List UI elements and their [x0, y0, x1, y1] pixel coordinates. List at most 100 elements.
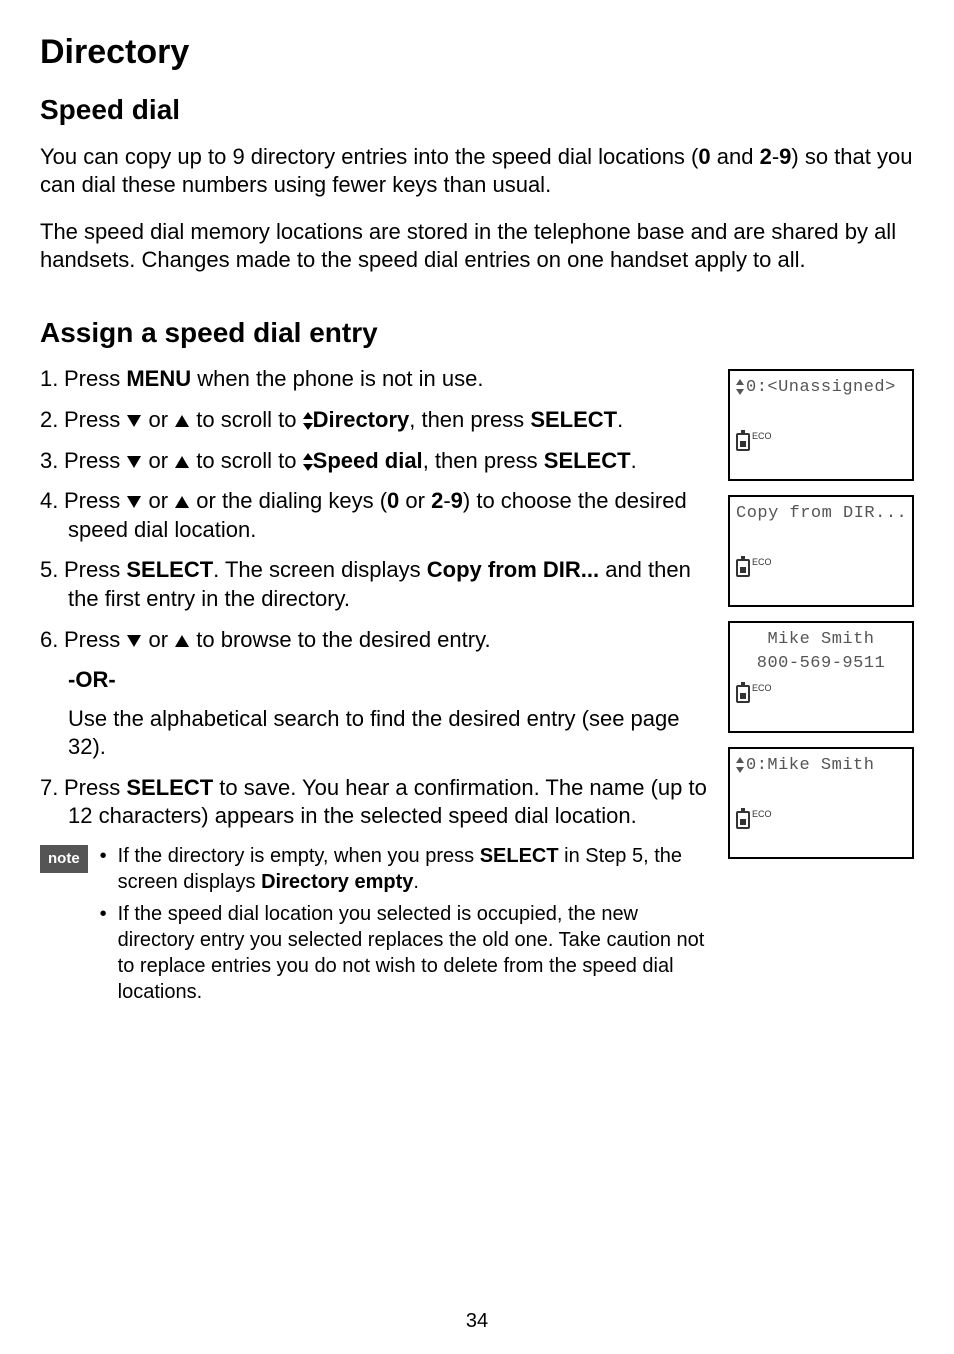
down-arrow-icon [127, 635, 141, 647]
text-bold: MENU [126, 366, 191, 391]
step-5: 5.Press SELECT. The screen displays Copy… [40, 556, 708, 613]
up-arrow-icon [175, 496, 189, 508]
battery-icon [736, 685, 750, 703]
battery-icon [736, 811, 750, 829]
text-bold: SELECT [126, 557, 213, 582]
text-bold: Copy from DIR... [427, 557, 599, 582]
lcd-screen-1: 0:<Unassigned> ECO [728, 369, 914, 481]
text: Press [64, 775, 126, 800]
steps-list: 1.Press MENU when the phone is not in us… [40, 365, 708, 654]
step-7: 7.Press SELECT to save. You hear a confi… [40, 774, 708, 831]
down-arrow-icon [127, 496, 141, 508]
text: You can copy up to 9 directory entries i… [40, 144, 698, 169]
text: to scroll to [190, 448, 302, 473]
text: Press [64, 448, 126, 473]
text: or [142, 627, 174, 652]
text-bold: 9 [451, 488, 463, 513]
text: to browse to the desired entry. [190, 627, 490, 652]
page-number: 34 [0, 1308, 954, 1334]
lcd-status: ECO [736, 811, 772, 829]
text: Press [64, 366, 126, 391]
text-bold: Directory [313, 407, 410, 432]
lcd-text: 0:Mike Smith [746, 756, 874, 775]
step-6-alt: Use the alphabetical search to find the … [68, 705, 708, 762]
text-bold: Directory empty [261, 871, 413, 893]
page-title: Directory [40, 30, 914, 74]
text: and [711, 144, 760, 169]
text: , then press [423, 448, 544, 473]
text: Press [64, 488, 126, 513]
eco-label: ECO [752, 557, 772, 569]
up-arrow-icon [175, 456, 189, 468]
lcd-status: ECO [736, 433, 772, 451]
step-2: 2.Press or to scroll to Directory, then … [40, 406, 708, 435]
text-bold: SELECT [126, 775, 213, 800]
note-badge: note [40, 845, 88, 873]
updown-arrow-icon [303, 453, 313, 471]
down-arrow-icon [127, 456, 141, 468]
text: when the phone is not in use. [191, 366, 483, 391]
section-heading: Speed dial [40, 92, 914, 128]
battery-icon [736, 433, 750, 451]
text-bold: SELECT [544, 448, 631, 473]
text: or [399, 488, 431, 513]
assign-heading: Assign a speed dial entry [40, 315, 914, 351]
lcd-text: Copy from DIR... [736, 503, 906, 525]
text-bold: 0 [387, 488, 399, 513]
text-bold: SELECT [480, 845, 559, 867]
lcd-text: 0:<Unassigned> [746, 378, 896, 397]
text: , then press [409, 407, 530, 432]
lcd-text: 800-569-9511 [736, 653, 906, 675]
text: or [142, 448, 174, 473]
steps-column: 1.Press MENU when the phone is not in us… [40, 365, 708, 1011]
steps-list-2: 7.Press SELECT to save. You hear a confi… [40, 774, 708, 831]
intro-paragraph-2: The speed dial memory locations are stor… [40, 218, 914, 275]
eco-label: ECO [752, 809, 772, 821]
lcd-screen-2: Copy from DIR... ECO [728, 495, 914, 607]
text: Press [64, 627, 126, 652]
lcd-status: ECO [736, 685, 772, 703]
step-1: 1.Press MENU when the phone is not in us… [40, 365, 708, 394]
step-6: 6.Press or to browse to the desired entr… [40, 626, 708, 655]
or-label: -OR- [68, 666, 708, 695]
note-item-1: If the directory is empty, when you pres… [100, 843, 708, 895]
text: - [443, 488, 450, 513]
text-bold: 2 [431, 488, 443, 513]
lcd-status: ECO [736, 559, 772, 577]
text: or the dialing keys ( [190, 488, 387, 513]
updown-arrow-icon [736, 757, 746, 773]
text: to scroll to [190, 407, 302, 432]
lcd-screen-3: Mike Smith 800-569-9511 ECO [728, 621, 914, 733]
step-4: 4.Press or or the dialing keys (0 or 2-9… [40, 487, 708, 544]
intro-paragraph-1: You can copy up to 9 directory entries i… [40, 143, 914, 200]
lcd-text: Mike Smith [736, 629, 906, 651]
text-bold: 9 [779, 144, 791, 169]
note-block: note If the directory is empty, when you… [40, 843, 708, 1011]
updown-arrow-icon [303, 412, 313, 430]
text-bold: Speed dial [313, 448, 423, 473]
text-bold: 2 [760, 144, 772, 169]
battery-icon [736, 559, 750, 577]
text: . [413, 871, 419, 893]
content-row: 1.Press MENU when the phone is not in us… [40, 365, 914, 1011]
text: Press [64, 557, 126, 582]
up-arrow-icon [175, 635, 189, 647]
text: If the directory is empty, when you pres… [118, 845, 480, 867]
text-bold: SELECT [530, 407, 617, 432]
text: or [142, 407, 174, 432]
updown-arrow-icon [736, 379, 746, 395]
text: . [631, 448, 637, 473]
up-arrow-icon [175, 415, 189, 427]
text: or [142, 488, 174, 513]
text: . The screen displays [213, 557, 427, 582]
eco-label: ECO [752, 683, 772, 695]
lcd-screen-4: 0:Mike Smith ECO [728, 747, 914, 859]
note-item-2: If the speed dial location you selected … [100, 901, 708, 1005]
note-list: If the directory is empty, when you pres… [100, 843, 708, 1011]
eco-label: ECO [752, 431, 772, 443]
step-3: 3.Press or to scroll to Speed dial, then… [40, 447, 708, 476]
down-arrow-icon [127, 415, 141, 427]
text: . [617, 407, 623, 432]
text-bold: 0 [698, 144, 710, 169]
text: Press [64, 407, 126, 432]
